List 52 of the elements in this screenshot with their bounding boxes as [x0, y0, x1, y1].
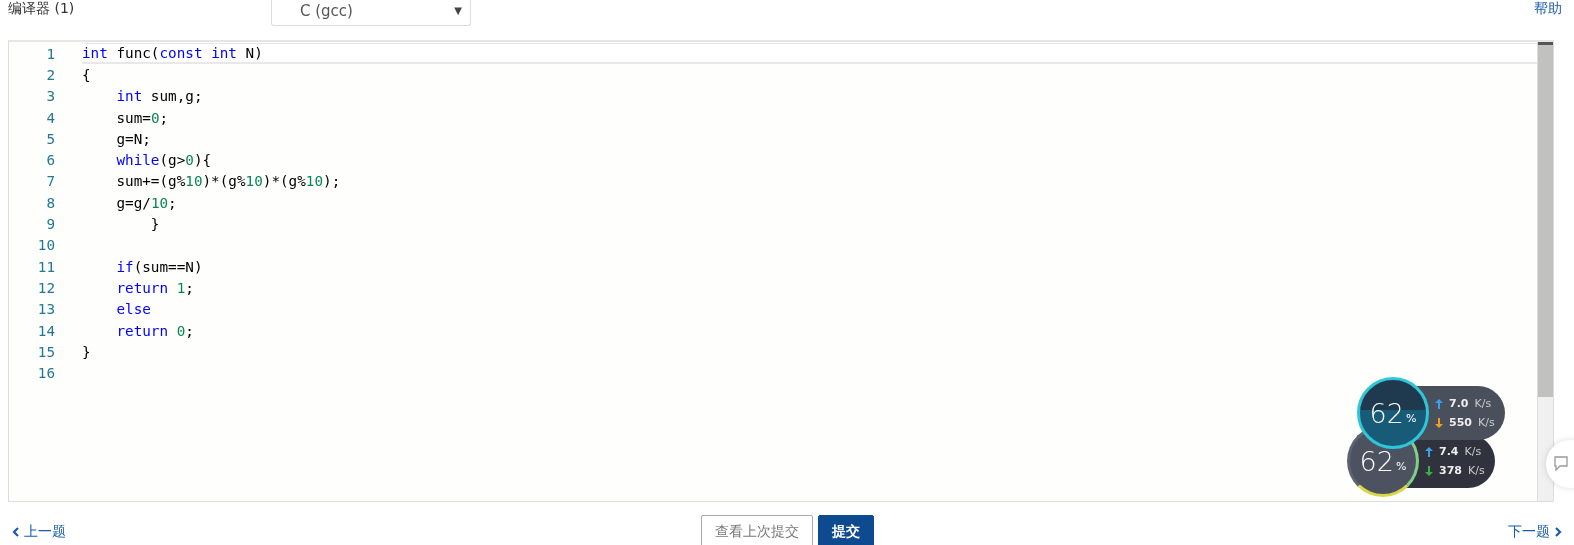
- line-number: 15: [36, 343, 55, 360]
- up-arrow-icon: [1435, 398, 1443, 409]
- line-number: 5: [45, 130, 55, 147]
- line-number: 3: [45, 88, 55, 105]
- help-link[interactable]: 帮助: [1534, 0, 1562, 18]
- code-line: int sum,g;: [115, 88, 204, 105]
- upload-speed: 7.4: [1439, 445, 1459, 458]
- speech-bubble-icon: [1554, 456, 1568, 472]
- code-line: return 0;: [115, 322, 195, 339]
- line-number: 1: [45, 45, 55, 62]
- download-speed: 378: [1439, 464, 1462, 477]
- speed-unit: K/s: [1464, 445, 1482, 458]
- code-line: return 1;: [115, 279, 195, 296]
- language-select[interactable]: C (gcc) ▼: [271, 0, 471, 26]
- line-number: 8: [45, 194, 55, 211]
- line-number: 10: [36, 237, 55, 254]
- compiler-title: 编译器 (1): [8, 0, 76, 18]
- line-number: 13: [36, 301, 55, 318]
- code-line: g=g/10;: [115, 194, 178, 211]
- code-line: while(g>0){: [115, 152, 213, 169]
- code-line: }: [82, 343, 92, 360]
- line-number: 4: [45, 109, 55, 126]
- code-line: sum+=(g%10)*(g%10)*(g%10);: [115, 173, 342, 190]
- code-line: g=N;: [115, 130, 152, 147]
- speed-unit: K/s: [1467, 464, 1485, 477]
- chevron-left-icon: [12, 527, 20, 537]
- download-speed: 550: [1449, 416, 1472, 429]
- view-last-submission-button[interactable]: 查看上次提交: [700, 515, 813, 545]
- submit-button[interactable]: 提交: [817, 515, 874, 545]
- line-number: 9: [45, 216, 55, 232]
- code-line: else: [115, 301, 152, 318]
- line-number: 7: [45, 173, 55, 190]
- down-arrow-icon: [1425, 465, 1433, 476]
- speed-unit: K/s: [1477, 416, 1495, 429]
- upload-speed: 7.0: [1449, 397, 1469, 410]
- scrollbar[interactable]: [1537, 42, 1553, 501]
- line-number: 2: [45, 66, 55, 83]
- up-arrow-icon: [1425, 446, 1433, 457]
- line-number: 16: [36, 365, 55, 382]
- chevron-right-icon: [1554, 527, 1562, 537]
- line-number: 11: [36, 258, 55, 275]
- speed-unit: K/s: [1474, 397, 1492, 410]
- code-line: if(sum==N): [115, 258, 204, 275]
- down-arrow-icon: [1435, 417, 1443, 428]
- code-line: sum=0;: [115, 109, 170, 126]
- line-number: 14: [36, 322, 55, 339]
- code-line: }: [149, 216, 161, 232]
- line-number: 12: [36, 279, 55, 296]
- previous-link[interactable]: 上一题: [12, 523, 66, 545]
- next-link[interactable]: 下一题: [1508, 523, 1562, 545]
- code-line: {: [82, 66, 92, 83]
- line-number: 6: [45, 152, 55, 169]
